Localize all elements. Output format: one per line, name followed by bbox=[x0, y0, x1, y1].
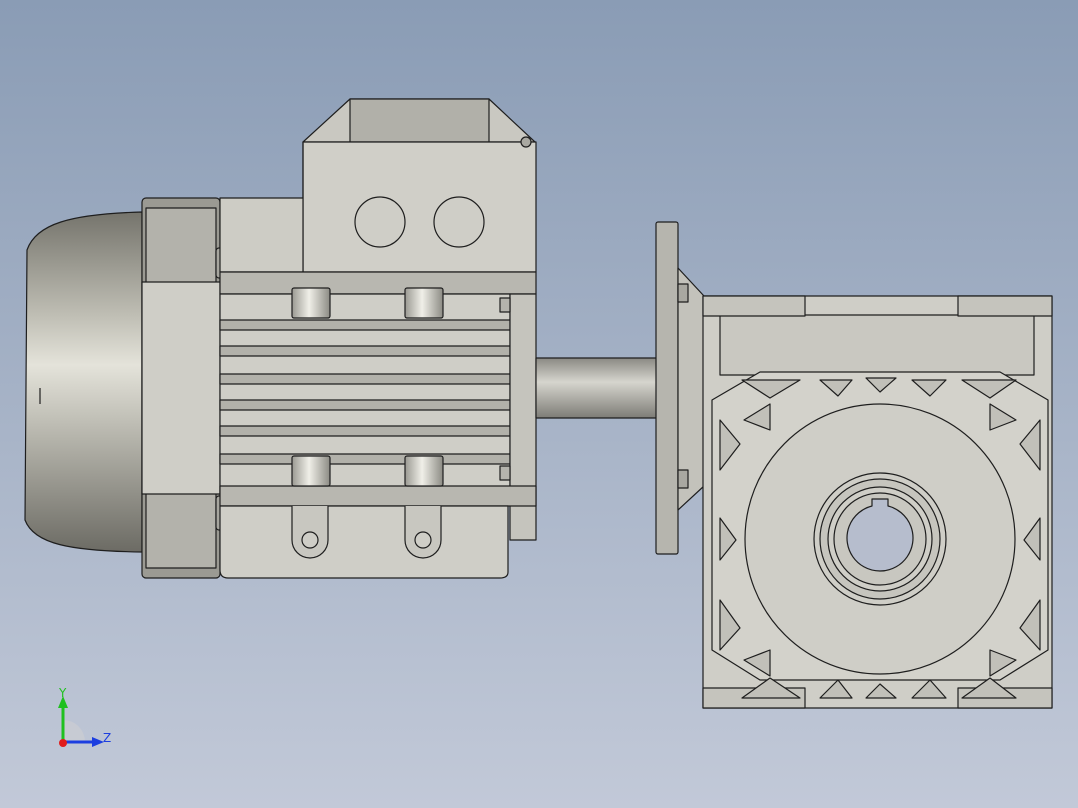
cable-gland-right[interactable] bbox=[433, 196, 485, 248]
cad-model[interactable] bbox=[0, 0, 1078, 808]
motor-end-shield[interactable] bbox=[141, 197, 231, 579]
worm-gearbox[interactable] bbox=[702, 295, 1053, 709]
terminal-box-screw bbox=[520, 136, 532, 148]
axis-y-label: Y bbox=[59, 686, 67, 700]
motor-shaft[interactable] bbox=[535, 357, 659, 419]
coordinate-triad[interactable]: Y Z bbox=[44, 684, 124, 764]
cable-gland-left[interactable] bbox=[354, 196, 406, 248]
triad-graphic bbox=[58, 696, 104, 747]
output-hub[interactable] bbox=[813, 472, 947, 606]
motor-fan-cover[interactable] bbox=[24, 211, 143, 553]
axis-z-label: Z bbox=[103, 731, 112, 745]
graphics-viewport[interactable]: Y Z bbox=[0, 0, 1078, 808]
triad-plane-marker bbox=[63, 720, 85, 742]
motor-mounting-feet[interactable] bbox=[219, 505, 509, 579]
motor-frame[interactable] bbox=[219, 271, 537, 541]
